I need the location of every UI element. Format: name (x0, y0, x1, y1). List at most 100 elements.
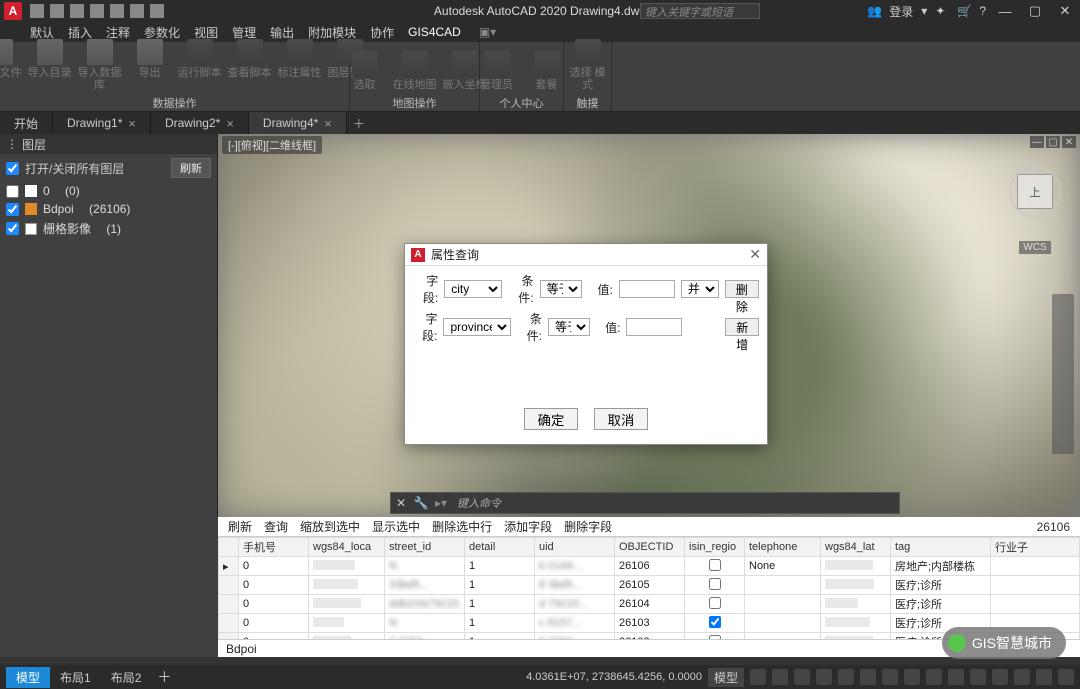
new-tab-button[interactable]: ＋ (347, 112, 371, 134)
osnap-icon[interactable] (838, 669, 854, 685)
space-indicator[interactable]: 模型 (708, 668, 744, 687)
qat-save-icon[interactable] (70, 4, 84, 18)
ribbon-tab[interactable]: 参数化 (144, 24, 180, 41)
layout-tab[interactable]: 布局2 (101, 667, 152, 688)
grid-icon[interactable] (750, 669, 766, 685)
layer-item[interactable]: 0 (0) (6, 182, 211, 200)
add-layout-button[interactable]: ＋ (151, 667, 177, 687)
qat-new-icon[interactable] (30, 4, 44, 18)
ribbon-button[interactable]: 导入文件 (0, 39, 22, 91)
table-row[interactable]: 0ddb2cfa79215...1d 79215...26104医疗;诊所 (219, 595, 1080, 614)
tb-add-field[interactable]: 添加字段 (504, 518, 552, 535)
gear-icon[interactable] (970, 669, 986, 685)
layer-checkbox[interactable] (6, 222, 19, 235)
table-row[interactable]: ▸0N1b 014d...26106None房地产;内部楼栋 (219, 557, 1080, 576)
layer-item[interactable]: Bdpoi (26106) (6, 200, 211, 218)
regio-checkbox[interactable] (709, 597, 721, 609)
add-row-button[interactable]: 新增 (725, 318, 759, 336)
tb-show-selected[interactable]: 显示选中 (372, 518, 420, 535)
join-select[interactable]: 并且 (681, 280, 719, 298)
ribbon-button[interactable]: 导入目录 (28, 39, 72, 91)
maximize-button[interactable]: ▢ (1024, 4, 1046, 18)
isolate-icon[interactable] (992, 669, 1008, 685)
exchange-icon[interactable]: ✦ (935, 4, 949, 18)
close-icon[interactable]: × (128, 116, 136, 131)
help-icon[interactable]: ? (979, 4, 986, 18)
doc-minimize-button[interactable]: — (1030, 136, 1044, 148)
chevron-down-icon[interactable]: ▾ (921, 4, 927, 18)
document-tab[interactable]: Drawing1*× (53, 112, 151, 134)
toggle-all-layers-checkbox[interactable] (6, 162, 19, 175)
doc-restore-button[interactable]: ▢ (1046, 136, 1060, 148)
condition-select[interactable]: 等于 (548, 318, 590, 336)
value-input[interactable] (626, 318, 682, 336)
polar-icon[interactable] (816, 669, 832, 685)
document-tab[interactable]: Drawing2*× (151, 112, 249, 134)
login-button[interactable]: 登录 (889, 3, 913, 20)
command-chevron-icon[interactable]: ▸▾ (435, 496, 447, 510)
ok-button[interactable]: 确定 (524, 408, 578, 430)
hardware-accel-icon[interactable] (1014, 669, 1030, 685)
ribbon-tab[interactable]: 注释 (106, 24, 130, 41)
table-row[interactable]: 033bd5...18 3bd5...26105医疗;诊所 (219, 576, 1080, 595)
ribbon-button[interactable]: 选取 (343, 51, 387, 91)
ribbon-tab[interactable]: 视图 (194, 24, 218, 41)
ribbon-tab[interactable]: 默认 (30, 24, 54, 41)
field-select[interactable]: city (444, 280, 502, 298)
clean-screen-icon[interactable] (1036, 669, 1052, 685)
command-line[interactable]: ✕ 🔧 ▸▾ 键入命令 (390, 492, 900, 514)
field-select[interactable]: province (443, 318, 511, 336)
qat-open-icon[interactable] (50, 4, 64, 18)
doc-close-button[interactable]: ✕ (1062, 136, 1076, 148)
cancel-button[interactable]: 取消 (594, 408, 648, 430)
attribute-table[interactable]: 手机号wgs84_locastreet_iddetailuidOBJECTIDi… (218, 537, 1080, 639)
document-tab[interactable]: 开始 (0, 112, 53, 134)
minimize-button[interactable]: — (994, 4, 1016, 18)
wcs-label[interactable]: WCS (1019, 241, 1050, 254)
tb-remove-field[interactable]: 删除字段 (564, 518, 612, 535)
tb-delete-selected[interactable]: 删除选中行 (432, 518, 492, 535)
ribbon-button[interactable]: 导入数据库 (78, 39, 122, 91)
view-label[interactable]: [-][俯视][二维线框] (222, 136, 322, 154)
refresh-button[interactable]: 刷新 (171, 158, 211, 178)
transparency-icon[interactable] (904, 669, 920, 685)
qat-saveas-icon[interactable] (90, 4, 104, 18)
tb-zoom-selected[interactable]: 缩放到选中 (300, 518, 360, 535)
ribbon-button[interactable]: 管理员 (475, 51, 519, 91)
layer-checkbox[interactable] (6, 185, 19, 198)
customize-icon[interactable] (1058, 669, 1074, 685)
ribbon-tab-active[interactable]: GIS4CAD (408, 25, 461, 39)
ribbon-button[interactable]: 查看脚本 (228, 39, 272, 91)
tb-query[interactable]: 查询 (264, 518, 288, 535)
view-cube[interactable]: 上 WCS (1004, 174, 1066, 254)
help-search-input[interactable]: 键入关键字或短语 (640, 3, 760, 19)
workspace-icon[interactable] (948, 669, 964, 685)
panel-handle-icon[interactable]: ⋮ (6, 137, 18, 151)
value-input[interactable] (619, 280, 675, 298)
snap-icon[interactable] (772, 669, 788, 685)
close-icon[interactable]: ✕ (391, 493, 411, 513)
ribbon-tab[interactable]: 附加模块 (308, 24, 356, 41)
regio-checkbox[interactable] (709, 578, 721, 590)
regio-checkbox[interactable] (709, 616, 721, 628)
ribbon-tab[interactable]: 输出 (270, 24, 294, 41)
ribbon-button[interactable]: 在线地图 (393, 51, 437, 91)
qat-plot-icon[interactable] (110, 4, 124, 18)
document-tab-active[interactable]: Drawing4*× (249, 112, 347, 134)
regio-checkbox[interactable] (709, 559, 721, 571)
delete-row-button[interactable]: 删除 (725, 280, 759, 298)
layer-checkbox[interactable] (6, 203, 19, 216)
layout-tab[interactable]: 布局1 (50, 667, 101, 688)
tb-refresh[interactable]: 刷新 (228, 518, 252, 535)
ribbon-tab[interactable]: 插入 (68, 24, 92, 41)
wrench-icon[interactable]: 🔧 (411, 493, 431, 513)
close-icon[interactable]: × (324, 116, 332, 131)
ribbon-button[interactable]: 标注属性 (278, 39, 322, 91)
qat-redo-icon[interactable] (150, 4, 164, 18)
ribbon-button[interactable]: 导出 (128, 39, 172, 91)
navigation-bar[interactable] (1052, 294, 1074, 454)
ribbon-button[interactable]: 选择 模式 (566, 39, 610, 91)
overflow-icon[interactable]: ▣▾ (479, 25, 496, 39)
ribbon-tab[interactable]: 协作 (370, 24, 394, 41)
viewcube-ring-icon[interactable] (1009, 166, 1061, 218)
